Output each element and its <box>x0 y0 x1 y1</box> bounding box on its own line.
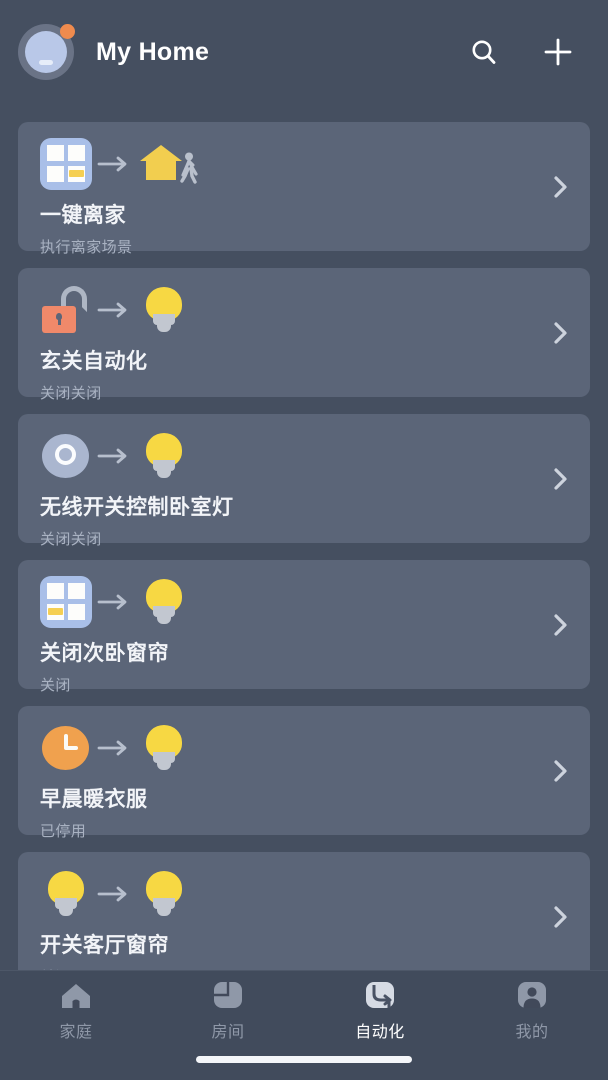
panel-switch-icon <box>40 138 92 190</box>
automation-title: 玄关自动化 <box>40 350 148 373</box>
automation-status: 执行离家场景 <box>40 239 133 256</box>
automation-title: 早晨暖衣服 <box>40 788 148 811</box>
panel-switch-icon <box>40 576 92 628</box>
automation-icons <box>40 138 572 190</box>
automation-icons <box>40 430 572 482</box>
lightbulb-icon <box>40 868 92 920</box>
arrow-right-icon <box>92 576 138 628</box>
leave-home-icon <box>138 138 202 190</box>
list-item[interactable]: 开关客厅窗帘 关闭 <box>18 852 590 970</box>
chevron-right-icon[interactable] <box>548 904 574 930</box>
chevron-right-icon[interactable] <box>548 466 574 492</box>
lightbulb-icon <box>138 430 190 482</box>
automation-title: 一键离家 <box>40 204 126 227</box>
avatar-face <box>25 31 67 73</box>
trigger-icon-slot <box>40 284 92 336</box>
automation-icon <box>363 979 397 1013</box>
chevron-right-icon[interactable] <box>548 758 574 784</box>
action-icon-slot <box>138 868 190 920</box>
search-button[interactable] <box>460 28 508 76</box>
automation-title: 关闭次卧窗帘 <box>40 642 169 665</box>
arrow-right-icon <box>92 868 138 920</box>
automation-status: 关闭关闭 <box>40 385 102 402</box>
list-item[interactable]: 玄关自动化 关闭关闭 <box>18 268 590 402</box>
automation-icons <box>40 284 572 336</box>
nav-tab-automation[interactable]: 自动化 <box>304 979 456 1042</box>
nav-label: 自动化 <box>355 1024 405 1041</box>
trigger-icon-slot <box>40 138 92 190</box>
nav-tab-rooms[interactable]: 房间 <box>152 979 304 1042</box>
add-button[interactable] <box>534 28 582 76</box>
action-icon-slot <box>138 722 190 774</box>
lightbulb-icon <box>138 576 190 628</box>
automation-title: 开关客厅窗帘 <box>40 934 169 957</box>
list-item[interactable]: 关闭次卧窗帘 关闭 <box>18 560 590 694</box>
lightbulb-icon <box>138 722 190 774</box>
lightbulb-icon <box>138 868 190 920</box>
nav-tab-profile[interactable]: 我的 <box>456 979 608 1042</box>
unlocked-padlock-icon <box>40 284 92 336</box>
list-item[interactable]: 无线开关控制卧室灯 关闭关闭 <box>18 414 590 548</box>
avatar[interactable] <box>18 24 75 80</box>
search-icon <box>472 40 496 64</box>
home-icon <box>59 979 93 1013</box>
automation-icons <box>40 576 572 628</box>
chevron-right-icon[interactable] <box>548 612 574 638</box>
automation-icons <box>40 722 572 774</box>
chevron-right-icon[interactable] <box>548 320 574 346</box>
avatar-mouth <box>39 60 53 65</box>
clock-icon <box>40 722 92 774</box>
arrow-right-icon <box>92 284 138 336</box>
avatar-notification-badge <box>60 24 75 39</box>
nav-label: 家庭 <box>59 1024 93 1041</box>
app-header: My Home <box>0 0 608 104</box>
automation-icons <box>40 868 572 920</box>
page-title: My Home <box>96 37 210 66</box>
rooms-icon <box>211 979 245 1013</box>
list-item[interactable]: 早晨暖衣服 已停用 <box>18 706 590 840</box>
arrow-right-icon <box>92 430 138 482</box>
nav-label: 我的 <box>515 1024 549 1041</box>
action-icon-slot <box>138 430 190 482</box>
chevron-right-icon[interactable] <box>548 174 574 200</box>
trigger-icon-slot <box>40 722 92 774</box>
bottom-navigation: 家庭 房间 自动化 我的 <box>0 970 608 1080</box>
automation-status: 已停用 <box>40 823 87 840</box>
automation-status: 关闭 <box>40 677 71 694</box>
lightbulb-icon <box>138 284 190 336</box>
trigger-icon-slot <box>40 868 92 920</box>
nav-label: 房间 <box>211 1024 245 1041</box>
profile-icon <box>515 979 549 1013</box>
trigger-icon-slot <box>40 576 92 628</box>
automation-status: 关闭关闭 <box>40 531 102 548</box>
plus-icon <box>544 38 572 66</box>
arrow-right-icon <box>92 138 138 190</box>
action-icon-slot <box>138 576 190 628</box>
nav-tab-home[interactable]: 家庭 <box>0 979 152 1042</box>
wireless-switch-icon <box>40 430 92 482</box>
home-indicator <box>196 1056 412 1063</box>
automation-list: 一键离家 执行离家场景 玄关自动化 关闭关闭 无线开关控制卧室灯 关闭关闭 关闭… <box>0 104 608 970</box>
arrow-right-icon <box>92 722 138 774</box>
action-icon-slot <box>138 284 190 336</box>
list-item[interactable]: 一键离家 执行离家场景 <box>18 122 590 256</box>
automation-title: 无线开关控制卧室灯 <box>40 496 234 519</box>
trigger-icon-slot <box>40 430 92 482</box>
